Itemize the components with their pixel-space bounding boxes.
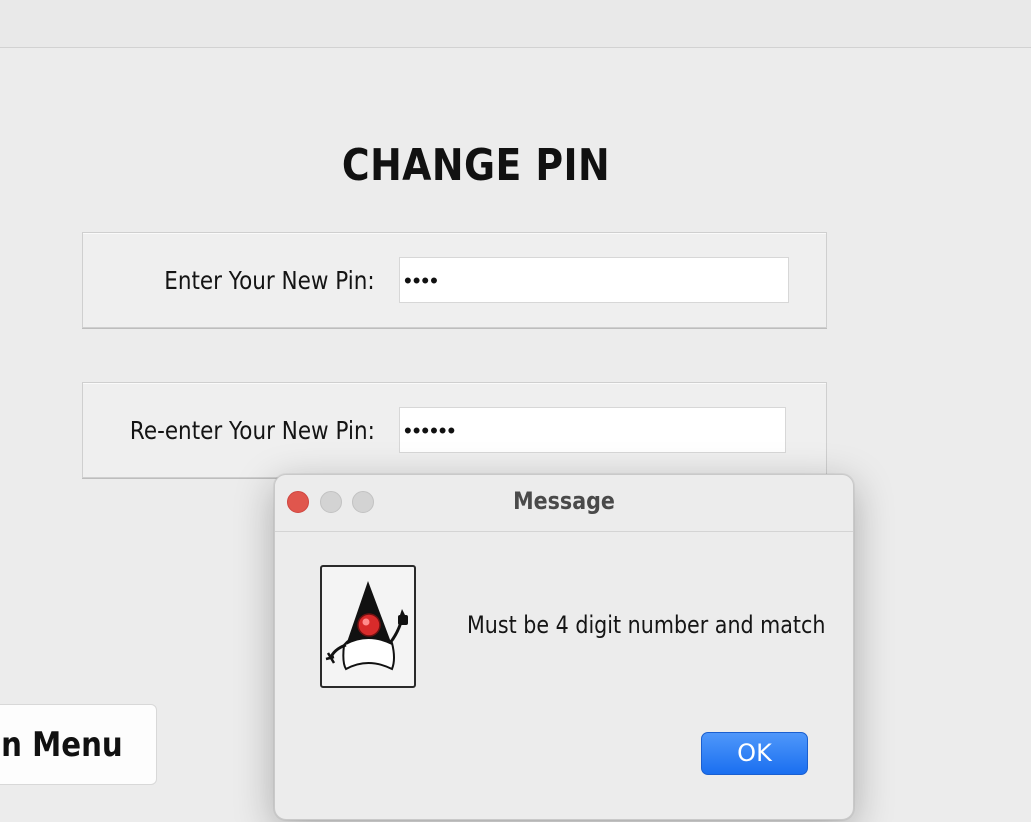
window-titlebar — [0, 0, 1031, 48]
new-pin-label: Enter Your New Pin: — [164, 266, 375, 295]
dialog-message: Must be 4 digit number and match — [467, 611, 826, 639]
reenter-pin-field[interactable]: •••••• — [399, 407, 786, 453]
dialog-header: Message — [275, 475, 853, 532]
new-pin-panel: Enter Your New Pin: •••• — [82, 232, 827, 328]
reenter-pin-panel: Re-enter Your New Pin: •••••• — [82, 382, 827, 478]
dialog-title: Message — [513, 487, 615, 515]
reenter-pin-label: Re-enter Your New Pin: — [130, 416, 375, 445]
java-duke-icon — [320, 565, 416, 688]
main-menu-button[interactable]: on Menu — [0, 704, 157, 785]
message-dialog: Message Must be 4 digit number and match… — [274, 474, 854, 820]
close-window-button[interactable] — [287, 491, 309, 513]
ok-button[interactable]: OK — [701, 732, 808, 775]
main-menu-button-label: on Menu — [0, 725, 123, 765]
new-pin-field[interactable]: •••• — [399, 257, 789, 303]
page-title: CHANGE PIN — [341, 140, 611, 191]
